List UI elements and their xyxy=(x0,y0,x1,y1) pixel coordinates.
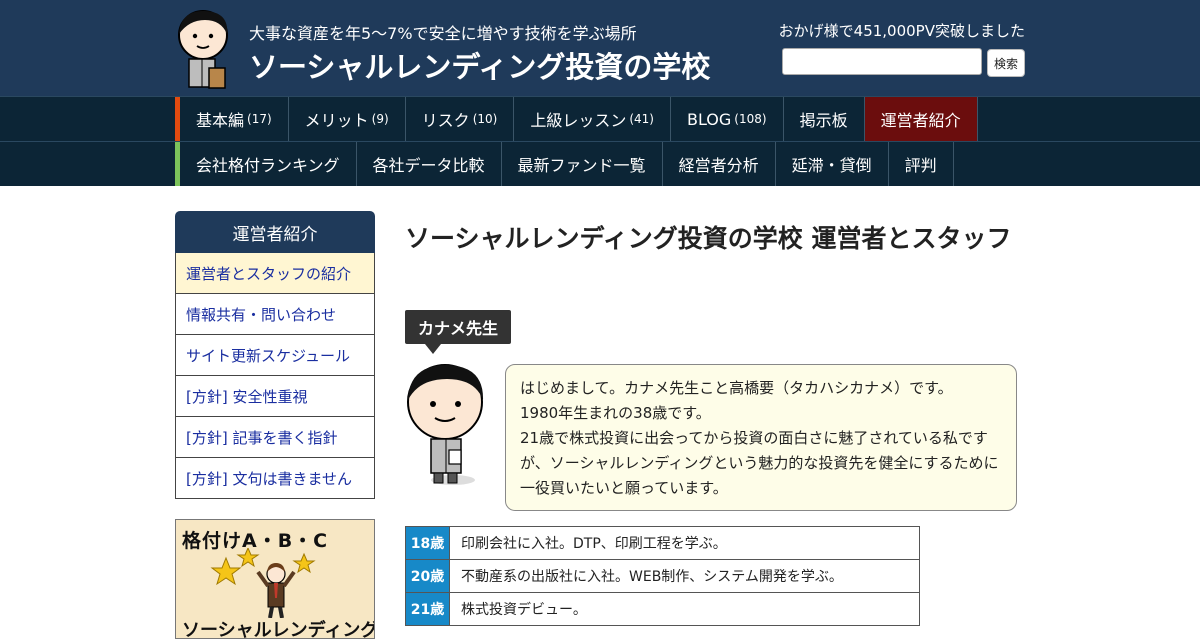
nav-item-blog[interactable]: BLOG (108) xyxy=(671,97,784,141)
banner-subheading: ソーシャルレンディング会社 xyxy=(182,620,375,639)
history-table: 18歳 印刷会社に入社。DTP、印刷工程を学ぶ。 20歳 不動産系の出版社に入社… xyxy=(405,526,920,626)
teacher-name-badge: カナメ先生 xyxy=(405,310,512,344)
table-row: 18歳 印刷会社に入社。DTP、印刷工程を学ぶ。 xyxy=(405,526,920,560)
teacher-logo-icon[interactable] xyxy=(175,8,233,90)
search-input[interactable] xyxy=(782,48,982,75)
history-event: 株式投資デビュー。 xyxy=(449,592,920,626)
history-age: 18歳 xyxy=(405,526,450,560)
nav-item-management[interactable]: 経営者分析 xyxy=(663,142,776,186)
nav-item-funds[interactable]: 最新ファンド一覧 xyxy=(502,142,663,186)
nav-label: リスク xyxy=(421,111,470,130)
sidebar-item-safety-policy[interactable]: [方針] 安全性重視 xyxy=(175,376,375,417)
businessman-stars-icon xyxy=(210,548,316,618)
sidebar-item-schedule[interactable]: サイト更新スケジュール xyxy=(175,335,375,376)
intro-line: 1980年生まれの38歳です。 xyxy=(520,404,711,422)
table-row: 20歳 不動産系の出版社に入社。WEB制作、システム開発を学ぶ。 xyxy=(405,559,920,593)
nav-count: (10) xyxy=(472,112,498,126)
sidebar-item-no-complaints-policy[interactable]: [方針] 文句は書きません xyxy=(175,458,375,499)
intro-line: 21歳で株式投資に出会ってから投資の面白さに魅了されている私ですが、ソーシャルレ… xyxy=(520,429,999,497)
intro-line: はじめまして。カナメ先生こと高橋要（タカハシカナメ）です。 xyxy=(520,379,953,397)
nav-item-risks[interactable]: リスク (10) xyxy=(406,97,515,141)
sidebar-item-contact[interactable]: 情報共有・問い合わせ xyxy=(175,294,375,335)
nav-label: 基本編 xyxy=(196,111,245,130)
nav-label: メリット xyxy=(304,111,369,130)
nav-item-reputation[interactable]: 評判 xyxy=(889,142,954,186)
badge-arrow xyxy=(425,344,441,354)
nav-item-about[interactable]: 運営者紹介 xyxy=(864,97,978,141)
nav-item-delinquency[interactable]: 延滞・貸倒 xyxy=(776,142,889,186)
nav-item-forum[interactable]: 掲示板 xyxy=(784,97,865,141)
pv-counter-text: おかげ様で451,000PV突破しました xyxy=(778,22,1025,40)
history-age: 20歳 xyxy=(405,559,450,593)
nav-count: (17) xyxy=(247,112,272,126)
intro-speech-bubble: はじめまして。カナメ先生こと高橋要（タカハシカナメ）です。 1980年生まれの3… xyxy=(505,364,1017,511)
rating-banner[interactable]: 格付けA・B・C ソーシャルレンディング会社 xyxy=(175,519,375,639)
nav-item-advanced[interactable]: 上級レッスン (41) xyxy=(514,97,671,141)
nav-count: (41) xyxy=(629,112,654,126)
nav-label: 掲示板 xyxy=(799,111,848,130)
nav-count: (9) xyxy=(371,112,389,126)
teacher-avatar-icon xyxy=(407,364,484,485)
nav-label: 上級レッスン xyxy=(530,111,627,130)
nav-label: 運営者紹介 xyxy=(880,111,961,130)
page-title: ソーシャルレンディング投資の学校 運営者とスタッフ xyxy=(405,224,1012,253)
sidebar-title: 運営者紹介 xyxy=(175,211,375,253)
nav-label: BLOG xyxy=(686,109,732,129)
history-event: 不動産系の出版社に入社。WEB制作、システム開発を学ぶ。 xyxy=(449,559,920,593)
nav-item-comparison[interactable]: 各社データ比較 xyxy=(357,142,502,186)
nav-item-ranking[interactable]: 会社格付ランキング xyxy=(180,142,357,186)
search-button[interactable]: 検索 xyxy=(987,49,1025,77)
table-row: 21歳 株式投資デビュー。 xyxy=(405,592,920,626)
site-title[interactable]: ソーシャルレンディング投資の学校 xyxy=(249,44,710,86)
sidebar: 運営者紹介 運営者とスタッフの紹介 情報共有・問い合わせ サイト更新スケジュール… xyxy=(175,211,375,499)
site-tagline: 大事な資産を年5～7%で安全に増やす技術を学ぶ場所 xyxy=(249,24,637,43)
nav-item-merits[interactable]: メリット (9) xyxy=(289,97,406,141)
nav-item-basics[interactable]: 基本編 (17) xyxy=(180,97,289,141)
secondary-nav: 会社格付ランキング 各社データ比較 最新ファンド一覧 経営者分析 延滞・貸倒 評… xyxy=(0,141,1200,186)
sidebar-item-writing-policy[interactable]: [方針] 記事を書く指針 xyxy=(175,417,375,458)
nav-count: (108) xyxy=(734,112,767,126)
site-header: 大事な資産を年5～7%で安全に増やす技術を学ぶ場所 ソーシャルレンディング投資の… xyxy=(0,0,1200,96)
history-event: 印刷会社に入社。DTP、印刷工程を学ぶ。 xyxy=(449,526,920,560)
primary-nav: 基本編 (17) メリット (9) リスク (10) 上級レッスン (41) BLOG(… xyxy=(0,96,1200,141)
sidebar-item-staff[interactable]: 運営者とスタッフの紹介 xyxy=(175,253,375,294)
history-age: 21歳 xyxy=(405,592,450,626)
